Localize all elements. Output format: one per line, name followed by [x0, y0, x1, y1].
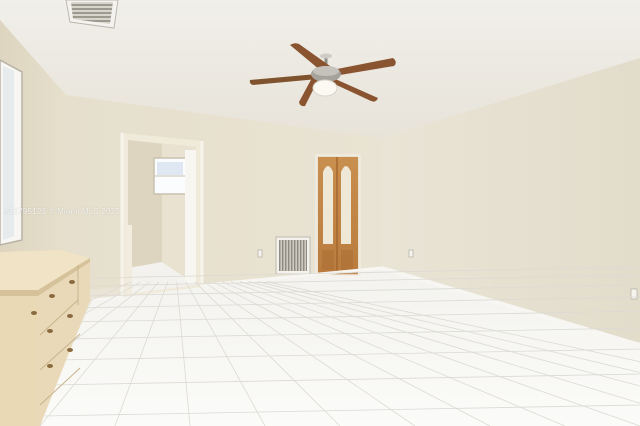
wall-outlet	[257, 249, 263, 258]
return-air-vent	[275, 236, 311, 275]
hallway-doorway	[120, 133, 204, 297]
watermark-text: A11795123 © Miami MLS 2025	[4, 207, 120, 216]
left-window	[0, 59, 23, 246]
wall-outlet	[408, 249, 414, 258]
french-doors	[315, 154, 361, 276]
room-photo: A11795123 © Miami MLS 2025	[0, 0, 640, 426]
